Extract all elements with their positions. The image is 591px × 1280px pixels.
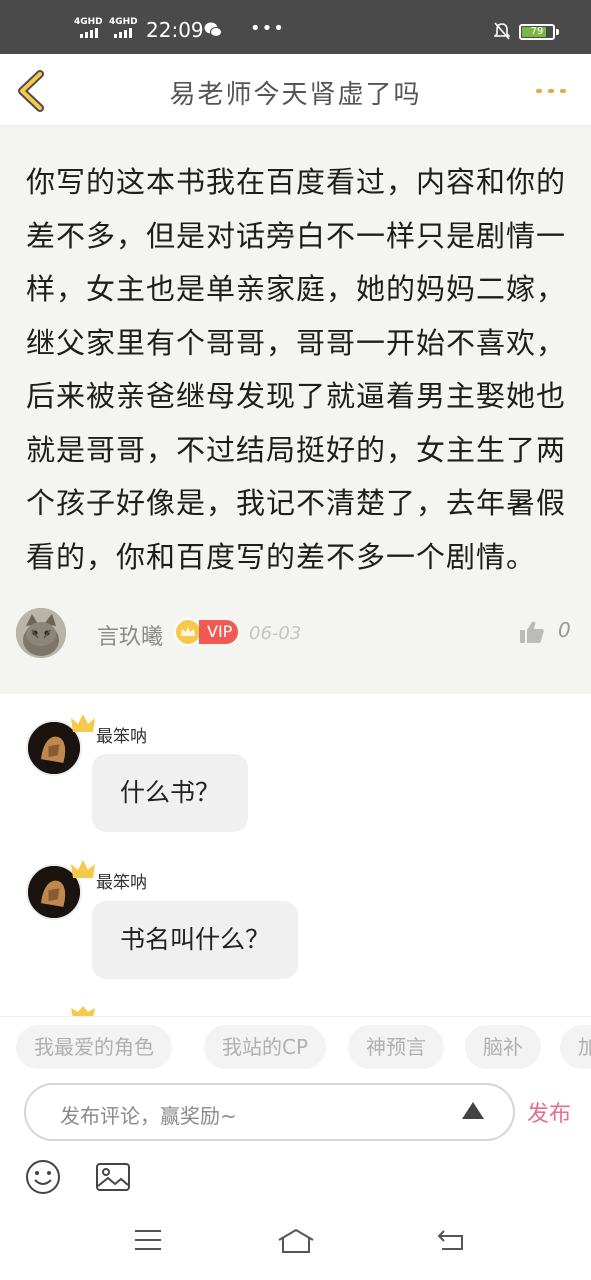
tag-chip[interactable]: 脑补 <box>465 1025 541 1069</box>
comment-author-row: 言玖曦 VIP 06-03 0 <box>16 608 576 658</box>
status-more-icon: ••• <box>250 18 285 39</box>
crown-icon <box>174 618 202 646</box>
battery-percent: 79 <box>530 26 544 37</box>
comment-input[interactable]: 发布评论，赢奖励~ <box>24 1083 515 1141</box>
quick-tag-bar: 我最爱的角色 我站的CP 神预言 脑补 加 <box>0 1016 591 1078</box>
triangle-up-icon <box>462 1102 484 1119</box>
more-options-button[interactable] <box>536 84 570 98</box>
reply-list: 最笨呐 什么书？ 最笨呐 书名叫什么？ <box>0 694 591 1016</box>
signal-label-1: 4GHD <box>74 17 103 27</box>
more-dots-icon <box>536 89 542 93</box>
tag-chip[interactable]: 我最爱的角色 <box>16 1025 172 1069</box>
like-count: 0 <box>558 618 571 642</box>
smiley-icon <box>26 1160 60 1194</box>
battery-icon: 79 <box>519 24 555 40</box>
thumbs-up-icon <box>520 621 544 643</box>
home-icon[interactable] <box>276 1228 316 1254</box>
tag-chip[interactable]: 我站的CP <box>204 1025 327 1069</box>
signal-bars-1-icon <box>80 28 98 38</box>
status-bar: 4GHD 4GHD 22:09 ••• 79 <box>0 0 591 54</box>
back-arrow-icon[interactable] <box>436 1228 466 1252</box>
mute-bell-icon <box>494 22 510 40</box>
page-title: 易老师今天肾虚了吗 <box>169 80 422 110</box>
menu-icon[interactable] <box>133 1228 163 1252</box>
reply-bubble[interactable]: 书名叫什么？ <box>92 901 299 979</box>
wechat-icon <box>204 22 222 37</box>
crown-icon <box>71 1006 95 1016</box>
app-header: 易老师今天肾虚了吗 <box>0 54 591 126</box>
clock: 22:09 <box>146 18 204 42</box>
comment-input-placeholder: 发布评论，赢奖励~ <box>60 1104 237 1128</box>
main-comment: 你写的这本书我在百度看过，内容和你的差不多，但是对话旁白不一样只是剧情一样，女主… <box>0 126 591 694</box>
like-button[interactable] <box>519 620 545 644</box>
vip-badge: VIP <box>199 620 239 644</box>
reply-author-name[interactable]: 最笨呐 <box>96 868 147 893</box>
signal-bars-2-icon <box>114 28 132 38</box>
tag-chip[interactable]: 加 <box>560 1025 591 1069</box>
battery-tip <box>556 29 559 35</box>
cat-avatar-icon <box>16 608 66 658</box>
author-name[interactable]: 言玖曦 <box>97 619 163 651</box>
author-avatar[interactable] <box>16 608 66 658</box>
crown-icon <box>71 714 95 732</box>
tag-chip[interactable]: 神预言 <box>348 1025 444 1069</box>
back-button[interactable] <box>14 70 50 112</box>
system-nav-bar <box>0 1206 591 1280</box>
publish-button[interactable]: 发布 <box>527 1096 571 1128</box>
expand-input-button[interactable] <box>460 1099 486 1123</box>
reply-author-name[interactable]: 最笨呐 <box>96 722 147 747</box>
comment-body: 你写的这本书我在百度看过，内容和你的差不多，但是对话旁白不一样只是剧情一样，女主… <box>26 165 567 574</box>
image-icon <box>96 1163 130 1191</box>
post-date: 06-03 <box>249 623 302 644</box>
reply-bubble[interactable]: 什么书？ <box>92 754 249 832</box>
image-upload-button[interactable] <box>95 1161 131 1193</box>
signal-label-2: 4GHD <box>109 17 138 27</box>
emoji-button[interactable] <box>24 1158 62 1196</box>
crown-icon <box>71 860 95 878</box>
